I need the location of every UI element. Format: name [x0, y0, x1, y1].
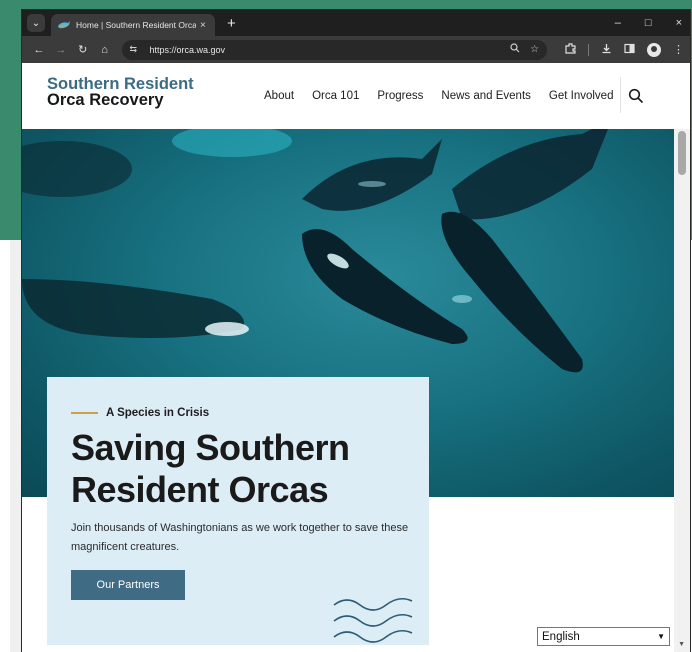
hero-title: Saving Southern Resident Orcas — [71, 427, 405, 511]
tab-home[interactable]: Home | Southern Resident Orca × — [51, 14, 215, 36]
back-icon[interactable]: ← — [28, 44, 50, 56]
search-icon[interactable] — [628, 88, 644, 104]
download-icon[interactable] — [601, 43, 612, 57]
address-bar[interactable]: ⇆ https://orca.wa.gov ☆ — [121, 39, 548, 60]
browser-toolbar: ← → ↻ ⌂ ⇆ https://orca.wa.gov ☆ ⋮ — [22, 36, 690, 63]
site-logo[interactable]: Southern Resident Orca Recovery — [47, 75, 194, 109]
site-header: Southern Resident Orca Recovery About Or… — [22, 63, 690, 129]
toolbar-actions: ⋮ — [565, 42, 684, 57]
profile-icon[interactable] — [647, 42, 662, 57]
eyebrow-text: A Species in Crisis — [106, 407, 210, 419]
our-partners-button[interactable]: Our Partners — [71, 570, 185, 600]
scrollbar-thumb[interactable] — [678, 131, 686, 175]
main-nav: About Orca 101 Progress News and Events … — [264, 63, 631, 129]
nav-link-get-involved[interactable]: Get Involved — [549, 90, 614, 102]
hero-card: A Species in Crisis Saving Southern Resi… — [47, 377, 429, 645]
tab-title: Home | Southern Resident Orca — [76, 20, 196, 30]
eyebrow-rule — [71, 412, 98, 414]
nav-link-news-and-events[interactable]: News and Events — [441, 90, 531, 102]
language-select-value: English — [542, 630, 580, 643]
tab-search-chevron-icon[interactable]: ⌄ — [27, 14, 45, 32]
page-scrollbar[interactable]: ▼ — [674, 129, 690, 652]
nav-link-orca-101[interactable]: Orca 101 — [312, 90, 359, 102]
address-url[interactable]: https://orca.wa.gov — [150, 45, 501, 55]
desktop-window-shadow — [10, 240, 22, 652]
hero-title-line-2: Resident Orcas — [71, 469, 329, 510]
hero-eyebrow: A Species in Crisis — [71, 407, 405, 419]
minimize-icon[interactable]: – — [615, 17, 621, 29]
tab-strip: ⌄ Home | Southern Resident Orca × + – □ … — [22, 10, 690, 36]
nav-link-progress[interactable]: Progress — [377, 90, 423, 102]
close-window-icon[interactable]: × — [676, 17, 682, 29]
language-select[interactable]: English ▼ — [537, 627, 670, 646]
logo-line-1: Southern Resident — [47, 75, 194, 93]
nav-divider — [620, 77, 621, 113]
window-controls: – □ × — [615, 10, 682, 36]
zoom-icon[interactable] — [510, 43, 520, 56]
scroll-down-icon[interactable]: ▼ — [678, 641, 685, 648]
maximize-icon[interactable]: □ — [645, 17, 652, 29]
toolbar-separator — [588, 43, 590, 56]
forward-icon[interactable]: → — [50, 44, 72, 56]
browser-window: ⌄ Home | Southern Resident Orca × + – □ … — [22, 10, 690, 652]
sidebar-icon[interactable] — [624, 43, 635, 57]
reload-icon[interactable]: ↻ — [72, 43, 94, 56]
site-info-icon[interactable]: ⇆ — [130, 44, 144, 55]
logo-line-2: Orca Recovery — [47, 91, 164, 109]
orca-favicon-icon — [57, 20, 71, 30]
chevron-down-icon: ▼ — [657, 632, 665, 641]
home-icon[interactable]: ⌂ — [94, 44, 116, 56]
hero-description: Join thousands of Washingtonians as we w… — [71, 522, 409, 553]
menu-icon[interactable]: ⋮ — [673, 43, 684, 56]
hero-section: A Species in Crisis Saving Southern Resi… — [22, 129, 690, 652]
bookmark-star-icon[interactable]: ☆ — [530, 44, 539, 55]
waves-icon — [333, 597, 413, 643]
extensions-icon[interactable] — [565, 42, 576, 57]
tab-close-icon[interactable]: × — [200, 20, 206, 31]
nav-link-about[interactable]: About — [264, 90, 294, 102]
hero-title-line-1: Saving Southern — [71, 427, 350, 468]
new-tab-button[interactable]: + — [227, 16, 236, 31]
